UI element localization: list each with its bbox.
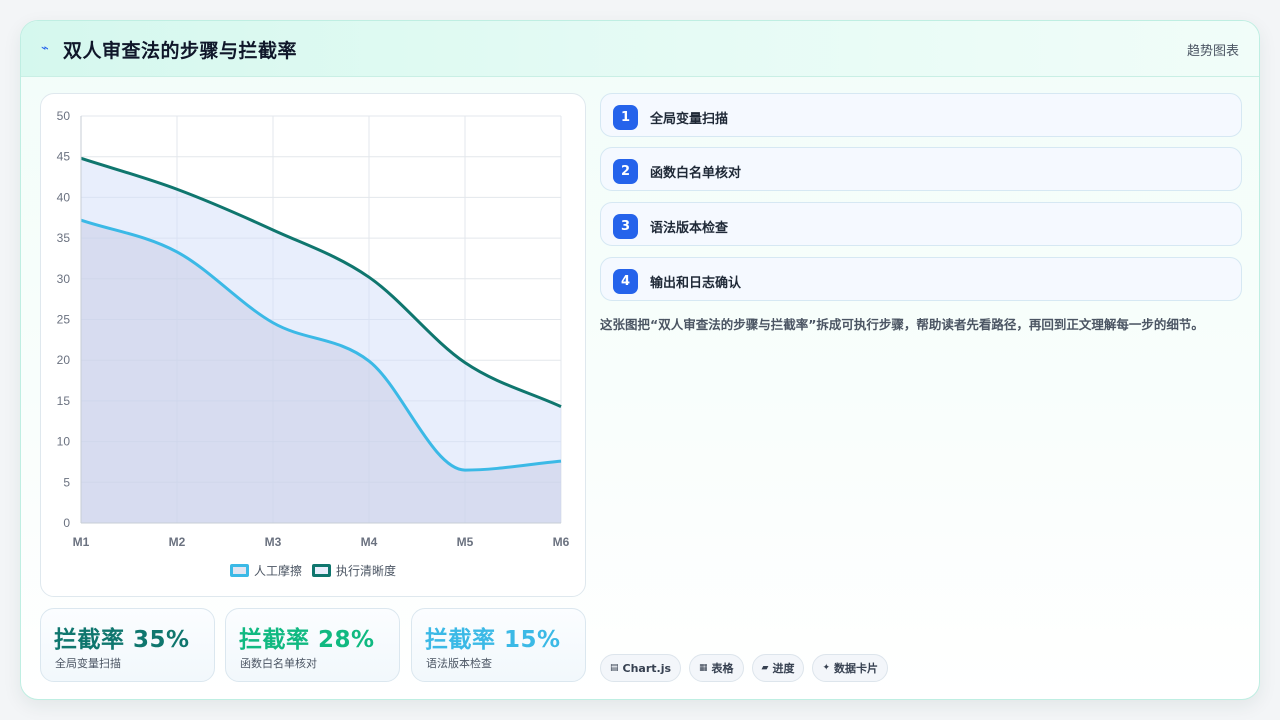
chip-label: 进度	[772, 662, 795, 675]
legend-label-series-1: 人工摩擦	[253, 563, 302, 578]
step-label: 语法版本检查	[650, 221, 729, 236]
step-item-3[interactable]: 3 语法版本检查	[600, 202, 1242, 246]
kpi-label-2: 函数白名单核对	[240, 657, 317, 670]
progress-icon: ▰	[761, 663, 769, 673]
chart-panel: 0 5 10 15 20 25 30 35 40 45 50 M1 M2 M3 M4 M5 M6 人工摩擦 执行…	[40, 93, 586, 597]
kpi-value-1: 拦截率 35%	[54, 627, 190, 653]
lightning-icon: ⌁	[41, 41, 49, 56]
step-number-badge: 1	[613, 105, 638, 130]
chip-label: 数据卡片	[834, 662, 879, 675]
step-item-4[interactable]: 4 输出和日志确认	[600, 257, 1242, 301]
legend-label-series-2: 执行清晰度	[336, 563, 397, 578]
y-tick-label: 0	[63, 516, 70, 530]
kpi-label-1: 全局变量扫描	[55, 657, 121, 670]
header-bar: ⌁ 双人审查法的步骤与拦截率 趋势图表	[21, 21, 1259, 77]
chip-table[interactable]: ▦ 表格	[689, 654, 744, 682]
step-item-1[interactable]: 1 全局变量扫描	[600, 93, 1242, 137]
y-tick-label: 50	[57, 109, 71, 123]
line-chart: 0 5 10 15 20 25 30 35 40 45 50 M1 M2 M3 M4 M5 M6	[57, 109, 570, 549]
kpi-card-2: 拦截率 28% 函数白名单核对	[225, 608, 400, 682]
y-tick-label: 40	[57, 190, 71, 204]
chip-progress[interactable]: ▰ 进度	[751, 654, 805, 682]
kpi-cards: 拦截率 35% 全局变量扫描 拦截率 28% 函数白名单核对 拦截率 15% 语…	[40, 608, 586, 682]
x-tick-label: M4	[361, 535, 378, 549]
kpi-card-3: 拦截率 15% 语法版本检查	[411, 608, 586, 682]
y-tick-label: 45	[57, 150, 71, 164]
y-tick-label: 20	[57, 353, 71, 367]
kpi-value-3: 拦截率 15%	[425, 627, 561, 653]
step-label: 函数白名单核对	[650, 166, 742, 181]
y-tick-label: 10	[57, 435, 71, 449]
page-title: 双人审查法的步骤与拦截率	[63, 40, 298, 62]
chip-label: 表格	[711, 662, 734, 675]
kpi-label-3: 语法版本检查	[426, 657, 492, 670]
x-tick-label: M1	[73, 535, 90, 549]
chip-data-card[interactable]: ✦ 数据卡片	[812, 654, 889, 682]
step-number-badge: 2	[613, 159, 638, 184]
legend-swatch-series-1	[229, 563, 249, 577]
legend-item-series-1[interactable]: 人工摩擦	[229, 562, 302, 579]
header-tag: 趋势图表	[1186, 44, 1239, 59]
card-icon: ✦	[822, 663, 831, 673]
step-label: 全局变量扫描	[650, 112, 729, 127]
y-tick-label: 30	[57, 272, 71, 286]
step-item-2[interactable]: 2 函数白名单核对	[600, 147, 1242, 191]
step-number-badge: 3	[613, 214, 638, 239]
main-card: ⌁ 双人审查法的步骤与拦截率 趋势图表 0 5 10 15 20 25 30 35 40 45 50…	[20, 20, 1260, 700]
legend-swatch-series-2	[312, 563, 331, 577]
y-tick-label: 35	[57, 231, 71, 245]
x-tick-label: M2	[169, 535, 186, 549]
chart-description: 这张图把“双人审查法的步骤与拦截率”拆成可执行步骤，帮助读者先看路径，再回到正文…	[600, 317, 1204, 332]
y-tick-label: 25	[57, 313, 71, 327]
y-tick-label: 15	[57, 394, 71, 408]
y-tick-label: 5	[63, 475, 70, 489]
kpi-card-1: 拦截率 35% 全局变量扫描	[40, 608, 215, 682]
step-label: 输出和日志确认	[650, 276, 742, 291]
chart-icon: ▤	[610, 663, 619, 673]
tech-chips: ▤ Chart.js ▦ 表格 ▰ 进度 ✦ 数据卡片	[600, 654, 889, 682]
chip-label: Chart.js	[622, 661, 672, 675]
chip-chartjs[interactable]: ▤ Chart.js	[600, 654, 682, 682]
step-number-badge: 4	[613, 269, 638, 294]
chart-legend: 人工摩擦 执行清晰度	[41, 560, 585, 580]
legend-item-series-2[interactable]: 执行清晰度	[312, 562, 396, 579]
x-tick-label: M6	[553, 535, 570, 549]
kpi-value-2: 拦截率 28%	[239, 627, 375, 653]
x-tick-label: M3	[265, 535, 282, 549]
table-icon: ▦	[699, 663, 708, 673]
x-tick-label: M5	[457, 535, 474, 549]
